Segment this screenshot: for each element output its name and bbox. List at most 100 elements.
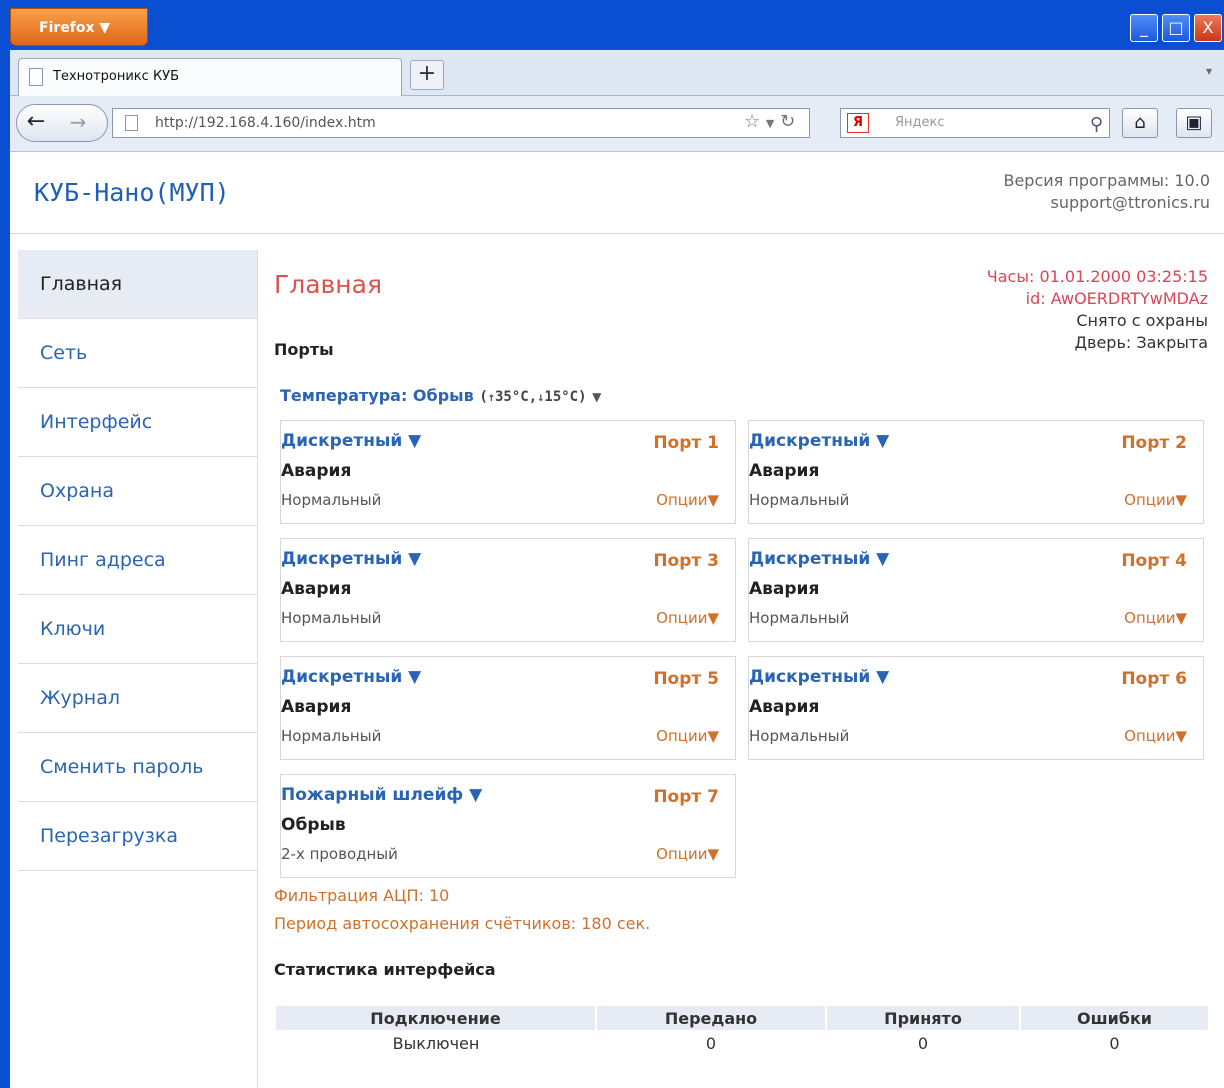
- table-cell: 0: [1109, 1033, 1120, 1053]
- close-window-button[interactable]: X: [1194, 14, 1222, 42]
- port-type-select[interactable]: Пожарный шлейф ▼: [281, 785, 482, 805]
- temp-high: 35°C: [495, 389, 529, 405]
- temperature-label: Температура: Обрыв: [280, 386, 474, 405]
- arm-status: Снято с охраны: [1076, 311, 1208, 330]
- port-mode: Нормальный: [281, 727, 382, 745]
- port-options-button[interactable]: Опции▼: [656, 609, 719, 627]
- port-number: Порт 1: [653, 433, 719, 453]
- main-content: Главная Часы: 01.01.2000 03:25:15 id: Aw…: [258, 250, 1224, 1088]
- autosave-period-setting[interactable]: Период автосохранения счётчиков: 180 сек…: [274, 914, 650, 933]
- version-info: Версия программы: 10.0 support@ttronics.…: [1003, 170, 1210, 214]
- port-number: Порт 7: [653, 787, 719, 807]
- browser-tab[interactable]: Технотроникс КУБ: [18, 58, 402, 96]
- port-state: Авария: [281, 579, 352, 599]
- port-state: Авария: [281, 697, 352, 717]
- temperature-range: (↑35°C,↓15°C): [479, 389, 587, 405]
- port-state: Авария: [749, 697, 820, 717]
- sidebar-item-change-password[interactable]: Сменить пароль: [18, 733, 257, 802]
- port-type-select[interactable]: Дискретный ▼: [749, 549, 889, 569]
- page-icon: [29, 68, 43, 86]
- bookmark-star-icon[interactable]: ☆: [744, 111, 760, 132]
- dropdown-arrow-icon[interactable]: ▼: [592, 390, 601, 404]
- url-text: http://192.168.4.160/index.htm: [155, 115, 376, 131]
- sidebar-item-security[interactable]: Охрана: [18, 457, 257, 526]
- device-id: id: AwOERDRTYwMDAz: [1025, 289, 1208, 308]
- port-number: Порт 3: [653, 551, 719, 571]
- port-options-button[interactable]: Опции▼: [656, 491, 719, 509]
- port-options-button[interactable]: Опции▼: [1124, 491, 1187, 509]
- back-forward-group: ← →: [16, 104, 108, 142]
- yandex-icon[interactable]: Я: [847, 113, 869, 133]
- firefox-menu-button[interactable]: Firefox ▼: [10, 8, 148, 46]
- column-header: Подключение: [276, 1006, 597, 1030]
- port-state: Авария: [281, 461, 352, 481]
- arrow-up-icon: ↑: [487, 390, 495, 404]
- port-state: Обрыв: [281, 815, 346, 835]
- bookmarks-menu-icon[interactable]: ▣: [1176, 108, 1212, 138]
- sidebar-item-ping[interactable]: Пинг адреса: [18, 526, 257, 595]
- interface-stats-table: Подключение Передано Принято Ошибки Выкл…: [276, 1006, 1210, 1056]
- port-mode: Нормальный: [749, 727, 850, 745]
- port-number: Порт 6: [1121, 669, 1187, 689]
- clock-text[interactable]: Часы: 01.01.2000 03:25:15: [987, 266, 1208, 288]
- sidebar-item-log[interactable]: Журнал: [18, 664, 257, 733]
- sidebar: Главная Сеть Интерфейс Охрана Пинг адрес…: [18, 250, 258, 1088]
- sidebar-item-network[interactable]: Сеть: [18, 319, 257, 388]
- port-card-3: Дискретный ▼ Порт 3 Авария Нормальный Оп…: [280, 538, 736, 642]
- port-options-button[interactable]: Опции▼: [1124, 609, 1187, 627]
- port-mode: Нормальный: [749, 491, 850, 509]
- port-options-button[interactable]: Опции▼: [1124, 727, 1187, 745]
- port-type-select[interactable]: Дискретный ▼: [749, 667, 889, 687]
- address-bar-tools: ☆ ▼ ↻: [744, 108, 804, 138]
- sidebar-item-interface[interactable]: Интерфейс: [18, 388, 257, 457]
- table-row: Выключен 0 0 0: [276, 1030, 1209, 1056]
- sidebar-item-home[interactable]: Главная: [18, 250, 257, 319]
- maximize-button[interactable]: □: [1162, 14, 1190, 42]
- table-cell: 0: [705, 1033, 717, 1053]
- navigation-toolbar: ← → http://192.168.4.160/index.htm ☆ ▼ ↻…: [10, 96, 1224, 152]
- port-type-select[interactable]: Дискретный ▼: [281, 431, 421, 451]
- port-options-button[interactable]: Опции▼: [656, 727, 719, 745]
- port-state: Авария: [749, 461, 820, 481]
- port-mode: Нормальный: [281, 491, 382, 509]
- port-type-select[interactable]: Дискретный ▼: [281, 667, 421, 687]
- column-header: Передано: [596, 1006, 827, 1030]
- port-type-select[interactable]: Дискретный ▼: [281, 549, 421, 569]
- port-mode: 2-х проводный: [281, 845, 398, 863]
- search-placeholder: Яндекс: [895, 115, 945, 130]
- reload-icon[interactable]: ↻: [780, 111, 795, 132]
- ports-heading: Порты: [274, 340, 334, 359]
- column-header: Принято: [826, 1006, 1021, 1030]
- port-options-button[interactable]: Опции▼: [656, 845, 719, 863]
- adc-filter-setting[interactable]: Фильтрация АЦП: 10: [274, 886, 449, 905]
- dropdown-arrow-icon[interactable]: ▼: [766, 117, 774, 130]
- sidebar-item-reboot[interactable]: Перезагрузка: [18, 802, 257, 871]
- support-email: support@ttronics.ru: [1050, 193, 1210, 212]
- minimize-button[interactable]: _: [1130, 14, 1158, 42]
- sidebar-item-keys[interactable]: Ключи: [18, 595, 257, 664]
- app-title: КУБ-Нано(МУП): [34, 178, 230, 207]
- port-card-1: Дискретный ▼ Порт 1 Авария Нормальный Оп…: [280, 420, 736, 524]
- port-number: Порт 4: [1121, 551, 1187, 571]
- temp-low: 15°C: [544, 389, 579, 405]
- address-bar[interactable]: http://192.168.4.160/index.htm: [112, 108, 810, 138]
- forward-arrow-icon[interactable]: →: [63, 107, 93, 139]
- search-input[interactable]: Я Яндекс ⚲: [840, 108, 1110, 138]
- home-icon[interactable]: ⌂: [1122, 108, 1158, 138]
- port-number: Порт 5: [653, 669, 719, 689]
- temperature-sensor[interactable]: Температура: Обрыв (↑35°C,↓15°C) ▼: [280, 386, 601, 405]
- page-icon: [125, 115, 138, 131]
- list-tabs-icon[interactable]: ▾: [1206, 64, 1212, 78]
- door-status: Дверь: Закрыта: [1074, 333, 1208, 352]
- search-icon[interactable]: ⚲: [1090, 111, 1103, 139]
- back-arrow-icon[interactable]: ←: [19, 107, 53, 139]
- port-type-select[interactable]: Дискретный ▼: [749, 431, 889, 451]
- tab-strip: Технотроникс КУБ + ▾: [10, 50, 1224, 96]
- port-card-4: Дискретный ▼ Порт 4 Авария Нормальный Оп…: [748, 538, 1204, 642]
- new-tab-button[interactable]: +: [410, 60, 444, 90]
- column-header: Ошибки: [1020, 1006, 1210, 1030]
- port-mode: Нормальный: [281, 609, 382, 627]
- window-titlebar: Firefox ▼ _ □ X: [0, 0, 1224, 50]
- version-text: Версия программы: 10.0: [1003, 171, 1210, 190]
- port-card-6: Дискретный ▼ Порт 6 Авария Нормальный Оп…: [748, 656, 1204, 760]
